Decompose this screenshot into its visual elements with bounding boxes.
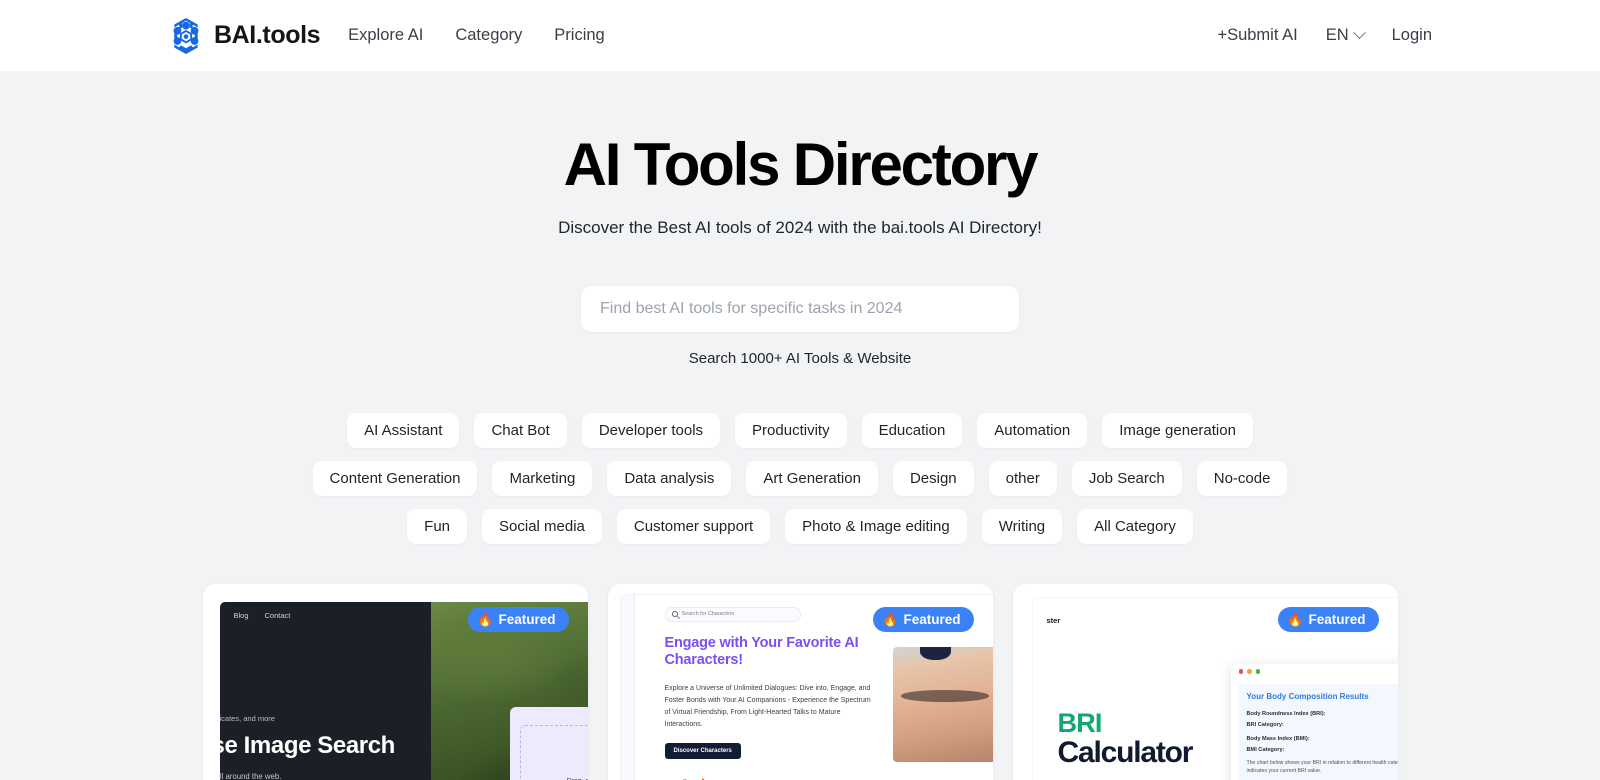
status-badge: 🔥 Featured — [873, 606, 974, 632]
hexagon-network-icon — [173, 17, 199, 54]
tag-row-3: Fun Social media Customer support Photo … — [180, 508, 1420, 544]
tag-photo-image-editing[interactable]: Photo & Image editing — [785, 508, 967, 544]
tag-other[interactable]: other — [988, 460, 1057, 496]
result-row: Body Roundness Index (BRI): 2.12 — [1247, 708, 1398, 717]
status-badge: 🔥 Featured — [468, 606, 569, 632]
featured-cards: Blog Contact icates, and more se Image S… — [0, 583, 1600, 780]
tag-marketing[interactable]: Marketing — [492, 460, 593, 496]
results-panel: Your Body Composition Results Body Round… — [1237, 683, 1398, 780]
shot-discover-button: Discover Characters — [664, 742, 741, 759]
chevron-down-icon — [1352, 26, 1366, 40]
shot-nav-contact: Contact — [264, 610, 291, 620]
tag-row-2: Content Generation Marketing Data analys… — [180, 460, 1420, 496]
card-bri-calculator[interactable]: ster BRI Calculator Calculate your Body … — [1012, 583, 1398, 780]
window-close-dot — [1238, 669, 1243, 674]
language-selector[interactable]: EN — [1325, 26, 1366, 45]
shot-desc: all around the web. — [219, 771, 282, 780]
window-maximize-dot — [1255, 669, 1260, 674]
tag-all-category[interactable]: All Category — [1077, 508, 1193, 544]
tag-image-generation[interactable]: Image generation — [1102, 412, 1253, 448]
status-badge-label: Featured — [1308, 611, 1366, 627]
tag-education[interactable]: Education — [861, 412, 963, 448]
shot-character-image — [892, 646, 993, 762]
shot-nav-blog: Blog — [233, 610, 249, 620]
tag-data-analysis[interactable]: Data analysis — [607, 460, 732, 496]
tag-no-code[interactable]: No-code — [1196, 460, 1288, 496]
header-actions: +Submit AI EN Login — [1217, 26, 1432, 45]
tag-row-1: AI Assistant Chat Bot Developer tools Pr… — [180, 412, 1420, 448]
shot-browser-window: Your Body Composition Results Body Round… — [1230, 663, 1398, 780]
brand-name: BAI.tools — [214, 21, 321, 49]
status-badge-label: Featured — [498, 611, 556, 627]
result-row: BRI Category: Very Lean — [1247, 722, 1398, 728]
status-badge: 🔥 Featured — [1278, 606, 1379, 632]
tag-design[interactable]: Design — [892, 460, 974, 496]
fire-icon: 🔥 — [477, 611, 494, 627]
site-header: BAI.tools Explore AI Category Pricing +S… — [0, 0, 1600, 71]
search-note: Search 1000+ AI Tools & Website — [688, 349, 912, 367]
tag-developer-tools[interactable]: Developer tools — [581, 412, 721, 448]
language-label: EN — [1325, 26, 1349, 44]
shot-title-dark: Calculator — [1057, 735, 1194, 769]
page-title: AI Tools Directory — [563, 131, 1039, 198]
result-row: Body Mass Index (BMI): 24.49 — [1247, 733, 1398, 742]
shot-title: se Image Search — [219, 731, 396, 759]
nav-pricing[interactable]: Pricing — [554, 26, 604, 45]
shot-nav: Blog Contact — [234, 611, 291, 620]
result-row: BMI Category: Normal Weight — [1247, 747, 1398, 753]
shot-paragraph: Explore a Universe of Unlimited Dialogue… — [664, 684, 871, 728]
search-section — [0, 285, 1600, 332]
fire-icon: 🔥 — [882, 611, 899, 627]
tag-job-search[interactable]: Job Search — [1071, 460, 1182, 496]
category-tags: AI Assistant Chat Bot Developer tools Pr… — [0, 412, 1600, 544]
card-ai-characters[interactable]: ne C Search for Characters Engage with Y… — [607, 583, 993, 780]
search-input[interactable] — [581, 285, 1019, 332]
result-label: BMI Category: — [1246, 746, 1285, 753]
result-label: Body Roundness Index (BRI): — [1246, 710, 1326, 717]
tag-automation[interactable]: Automation — [977, 412, 1088, 448]
dropzone-line1: Drop, paste or click here — [521, 776, 588, 780]
submit-ai-button[interactable]: +Submit AI — [1217, 26, 1297, 45]
results-note: The chart below shows your BRI in relati… — [1246, 759, 1398, 775]
tag-social-media[interactable]: Social media — [482, 508, 602, 544]
status-badge-label: Featured — [903, 611, 961, 627]
result-label: Body Mass Index (BMI): — [1246, 735, 1310, 742]
page-subtitle: Discover the Best AI tools of 2024 with … — [558, 217, 1042, 237]
tag-art-generation[interactable]: Art Generation — [746, 460, 878, 496]
tag-customer-support[interactable]: Customer support — [616, 508, 771, 544]
shot-brandmark: ster — [1046, 615, 1061, 625]
tag-ai-assistant[interactable]: AI Assistant — [347, 412, 460, 448]
tag-writing[interactable]: Writing — [981, 508, 1063, 544]
window-titlebar — [1231, 664, 1398, 680]
shot-search-placeholder: Search for Characters — [681, 611, 735, 618]
shot-title-green: BRI — [1057, 707, 1103, 738]
nav-explore-ai[interactable]: Explore AI — [348, 26, 423, 45]
shot-sidebar — [620, 594, 635, 780]
window-minimize-dot — [1247, 669, 1252, 674]
result-label: BRI Category: — [1246, 721, 1284, 728]
shot-kicker: icates, and more — [219, 713, 275, 723]
shot-heading: Engage with Your Favorite AI Characters! — [664, 634, 859, 668]
shot-search-field: Search for Characters — [664, 606, 801, 622]
card-reverse-image-search[interactable]: Blog Contact icates, and more se Image S… — [202, 583, 588, 780]
tag-productivity[interactable]: Productivity — [735, 412, 847, 448]
dropzone-inner: Drop, paste or click here to upload an i… — [519, 724, 588, 780]
fire-icon: 🔥 — [1287, 611, 1304, 627]
login-button[interactable]: Login — [1392, 26, 1432, 45]
tag-fun[interactable]: Fun — [407, 508, 468, 544]
upload-dropzone: Drop, paste or click here to upload an i… — [509, 706, 588, 780]
search-icon — [671, 611, 678, 618]
tag-content-generation[interactable]: Content Generation — [312, 460, 478, 496]
results-panel-title: Your Body Composition Results — [1246, 691, 1369, 701]
main-nav: Explore AI Category Pricing — [348, 26, 605, 45]
nav-category[interactable]: Category — [455, 26, 522, 45]
brand[interactable]: BAI.tools — [168, 17, 321, 55]
hero-section: AI Tools Directory Discover the Best AI … — [0, 71, 1600, 238]
tag-chat-bot[interactable]: Chat Bot — [474, 412, 567, 448]
